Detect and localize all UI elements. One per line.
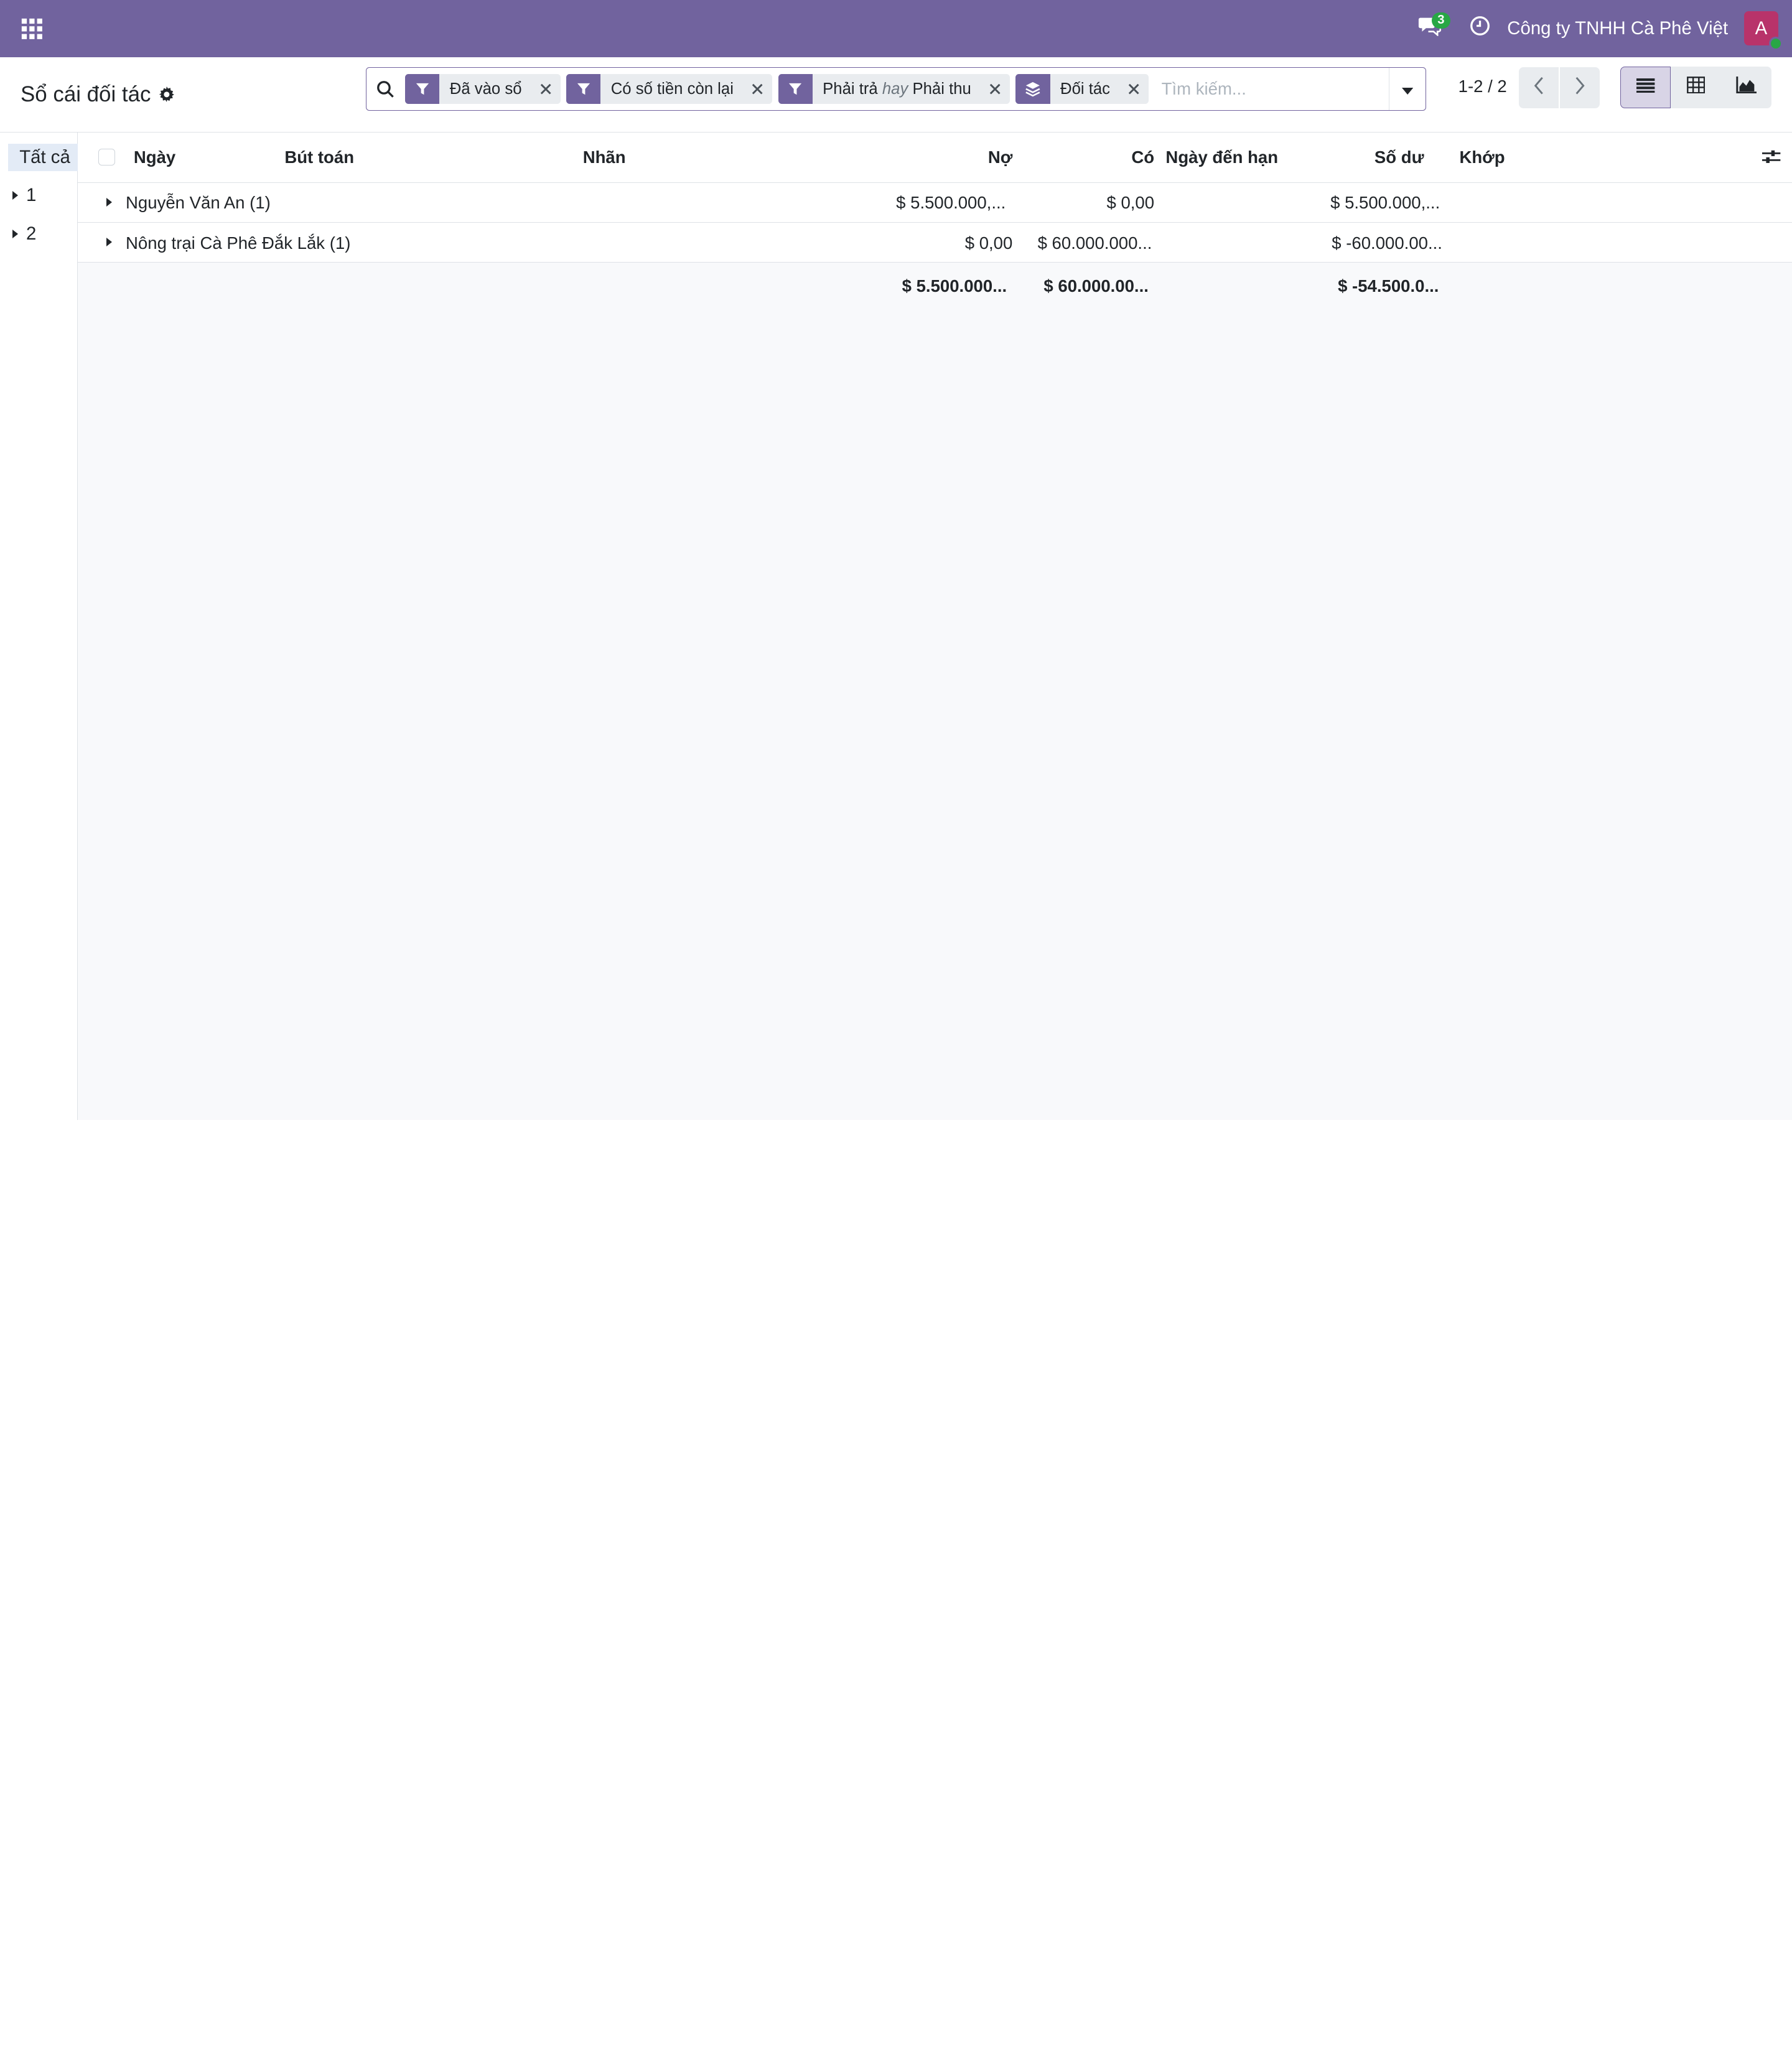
search-bar: Đã vào sổ Có số tiền còn lại Phải trả ha… xyxy=(365,67,1427,111)
facet-groupby-partner: Đối tác xyxy=(1015,74,1149,105)
page-title: Sổ cái đối tác xyxy=(21,82,151,106)
area-chart-icon xyxy=(1736,76,1757,99)
top-navbar: 3 Công ty TNHH Cà Phê Việt A xyxy=(0,0,1792,57)
table-header: Ngày Bút toán Nhãn Nợ Có Ngày đến hạn Số… xyxy=(77,133,1792,183)
list-icon xyxy=(1636,77,1655,98)
list-view: Ngày Bút toán Nhãn Nợ Có Ngày đến hạn Số… xyxy=(77,133,1792,1120)
select-all-checkbox[interactable] xyxy=(98,148,116,166)
column-header-entry[interactable]: Bút toán xyxy=(284,147,354,167)
table-icon xyxy=(1687,76,1706,99)
chevron-right-icon xyxy=(1574,77,1585,100)
layers-icon xyxy=(1015,74,1050,105)
page: 3 Công ty TNHH Cà Phê Việt A Sổ cái đối … xyxy=(0,0,1792,1120)
search-panel-all[interactable]: Tất cả xyxy=(7,144,78,172)
group-debit: $ 0,00 xyxy=(964,233,1013,253)
gear-icon[interactable] xyxy=(159,86,175,103)
search-options-toggle[interactable] xyxy=(1389,68,1426,111)
facet-label: Đã vào sổ xyxy=(449,80,522,98)
facet-label-a: Phải trả xyxy=(823,80,878,98)
company-switcher[interactable]: Công ty TNHH Cà Phê Việt xyxy=(1507,18,1728,39)
apps-menu-icon[interactable] xyxy=(14,11,50,47)
facet-label: Đối tác xyxy=(1060,80,1111,98)
facet-posted: Đã vào sổ xyxy=(405,74,561,105)
group-balance: $ -60.000.00... xyxy=(1332,233,1442,253)
column-header-debit[interactable]: Nợ xyxy=(988,147,1012,167)
total-debit: $ 5.500.000... xyxy=(902,276,1007,296)
table-row[interactable]: Nông trại Cà Phê Đắk Lắk (1) $ 0,00 $ 60… xyxy=(77,223,1792,263)
total-credit: $ 60.000.00... xyxy=(1043,276,1149,296)
caret-right-icon xyxy=(106,238,112,247)
search-panel-item[interactable]: 1 xyxy=(0,176,77,215)
search-panel: Tất cả 1 2 xyxy=(0,133,78,1120)
column-header-balance[interactable]: Số dư xyxy=(1374,147,1424,167)
facet-amount-residual: Có số tiền còn lại xyxy=(566,74,773,105)
column-header-label[interactable]: Nhãn xyxy=(583,147,626,167)
group-credit: $ 60.000.000... xyxy=(1037,233,1152,253)
table-row[interactable]: Nguyễn Văn An (1) $ 5.500.000,... $ 0,00… xyxy=(77,182,1792,223)
facet-payable-receivable: Phải trả hay Phải thu xyxy=(778,74,1010,105)
filter-icon xyxy=(566,74,601,105)
search-input[interactable] xyxy=(1154,68,1389,111)
caret-right-icon xyxy=(12,191,19,200)
chevron-left-icon xyxy=(1533,77,1544,100)
filter-icon xyxy=(405,74,440,105)
online-status-dot xyxy=(1769,36,1783,50)
messages-button[interactable]: 3 xyxy=(1407,0,1452,57)
total-balance: $ -54.500.0... xyxy=(1338,276,1439,296)
facet-label-b: Phải thu xyxy=(912,80,971,98)
filter-icon xyxy=(778,74,813,105)
pager-value[interactable]: 1-2 / 2 xyxy=(1458,77,1507,96)
close-icon[interactable] xyxy=(533,83,558,95)
content-area: Tất cả 1 2 Ngày Bút toán Nhãn Nợ Có Ngày… xyxy=(0,133,1792,1120)
caret-right-icon xyxy=(12,230,19,239)
search-panel-item-label: 2 xyxy=(26,223,37,245)
column-header-date[interactable]: Ngày xyxy=(134,147,175,167)
activities-button[interactable] xyxy=(1462,0,1498,57)
search-icon[interactable] xyxy=(366,80,405,98)
clock-icon xyxy=(1470,16,1490,41)
close-icon[interactable] xyxy=(745,83,770,95)
message-count-badge: 3 xyxy=(1432,12,1450,29)
search-panel-item[interactable]: 2 xyxy=(0,215,77,253)
avatar-letter: A xyxy=(1755,17,1768,39)
close-icon[interactable] xyxy=(982,83,1007,95)
group-debit: $ 5.500.000,... xyxy=(896,193,1006,213)
totals-row: $ 5.500.000... $ 60.000.00... $ -54.500.… xyxy=(78,263,1792,308)
pager-previous-button[interactable] xyxy=(1518,67,1559,109)
sliders-icon[interactable] xyxy=(1762,149,1781,169)
caret-down-icon xyxy=(1402,78,1414,100)
facet-label: Phải trả hay Phải thu xyxy=(813,80,983,98)
list-view-button[interactable] xyxy=(1620,66,1671,109)
group-name: Nông trại Cà Phê Đắk Lắk (1) xyxy=(126,233,351,253)
caret-right-icon xyxy=(106,197,112,207)
pager-next-button[interactable] xyxy=(1560,67,1600,109)
close-icon[interactable] xyxy=(1121,83,1146,95)
column-header-due-date[interactable]: Ngày đến hạn xyxy=(1165,147,1278,167)
group-credit: $ 0,00 xyxy=(1106,193,1155,213)
graph-view-button[interactable] xyxy=(1721,66,1771,109)
search-panel-item-label: 1 xyxy=(26,185,37,206)
group-name: Nguyễn Văn An (1) xyxy=(126,193,271,213)
facet-joiner: hay xyxy=(882,80,908,98)
column-header-matching[interactable]: Khớp xyxy=(1459,147,1505,167)
column-header-credit[interactable]: Có xyxy=(1131,147,1154,167)
user-avatar[interactable]: A xyxy=(1743,11,1783,50)
facet-label: Có số tiền còn lại xyxy=(610,80,734,98)
group-balance: $ 5.500.000,... xyxy=(1330,193,1440,213)
pivot-view-button[interactable] xyxy=(1671,66,1722,109)
